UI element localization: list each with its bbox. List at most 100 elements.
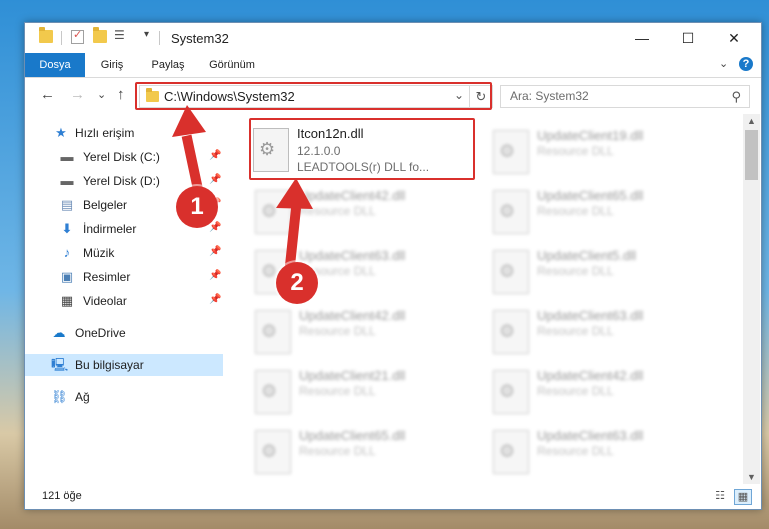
customize-toolbar-icon[interactable]: ☰ — [114, 28, 128, 42]
file-highlight-box — [249, 118, 475, 180]
quick-access-dropdown-icon[interactable]: ▾ — [144, 29, 149, 40]
file-name: UpdateClient42.dll — [299, 188, 406, 203]
sidebar-item-quick-access[interactable]: ★ Hızlı erişim — [25, 122, 223, 144]
file-item[interactable]: UpdateClient42.dll Resource DLL — [253, 184, 473, 238]
navigation-bar: ← → ⌄ ↑ C:\Windows\System32 ⌄ ↻ Ara: Sys… — [25, 78, 761, 114]
file-name: UpdateClient65.dll — [537, 188, 644, 203]
sidebar-item-label: Müzik — [83, 246, 115, 260]
divider — [159, 31, 160, 45]
pin-icon[interactable]: 📌 — [209, 294, 221, 305]
forward-button[interactable]: → — [70, 86, 85, 103]
sidebar-item-this-pc[interactable]: 🖳 Bu bilgisayar — [25, 354, 223, 376]
dll-file-icon — [493, 310, 529, 354]
star-icon: ★ — [55, 125, 67, 140]
navigation-pane: ★ Hızlı erişim ▬ Yerel Disk (C:) 📌 ▬ Yer… — [25, 114, 225, 484]
tab-gorunum[interactable]: Görünüm — [201, 53, 263, 77]
back-button[interactable]: ← — [40, 86, 55, 103]
step-marker-1: 1 — [176, 186, 218, 228]
recent-locations-button[interactable]: ⌄ — [97, 88, 106, 101]
video-icon: ▦ — [60, 293, 74, 308]
details-view-icon[interactable]: ☷ — [712, 489, 728, 503]
item-count: 121 öğe — [42, 490, 82, 502]
sidebar-item-label: OneDrive — [75, 326, 126, 340]
close-button[interactable]: ✕ — [711, 23, 757, 53]
cloud-icon: ☁ — [52, 325, 66, 340]
file-item[interactable]: UpdateClient42.dll Resource DLL — [491, 364, 711, 418]
scroll-down-icon[interactable]: ▼ — [743, 470, 760, 484]
ribbon-tabs: Dosya Giriş Paylaş Görünüm ⌄ ? — [25, 53, 761, 78]
properties-icon[interactable] — [71, 28, 84, 44]
file-item[interactable]: UpdateClient65.dll Resource DLL — [253, 424, 473, 478]
file-name: UpdateClient65.dll — [299, 428, 406, 443]
file-type: Resource DLL — [299, 324, 376, 338]
network-icon: ⛓ — [51, 389, 68, 404]
sidebar-item-local-disk-c[interactable]: ▬ Yerel Disk (C:) 📌 — [25, 146, 223, 168]
search-icon[interactable]: ⚲ — [731, 89, 741, 105]
file-type: Resource DLL — [537, 144, 614, 158]
file-item[interactable]: UpdateClient21.dll Resource DLL — [253, 364, 473, 418]
status-bar: 121 öğe ☷ ▦ — [25, 484, 761, 509]
tab-dosya[interactable]: Dosya — [25, 53, 85, 77]
scroll-up-icon[interactable]: ▲ — [743, 114, 760, 128]
maximize-button[interactable]: ☐ — [665, 23, 711, 53]
sidebar-item-network[interactable]: ⛓ Ağ — [25, 386, 223, 408]
file-item[interactable]: UpdateClient19.dll Resource DLL — [491, 124, 711, 178]
new-folder-icon[interactable] — [93, 27, 107, 43]
sidebar-item-label: Resimler — [83, 270, 131, 284]
tab-giris[interactable]: Giriş — [87, 53, 137, 77]
sidebar-item-videos[interactable]: ▦ Videolar 📌 — [25, 290, 223, 312]
search-input[interactable]: Ara: System32 — [510, 89, 589, 103]
file-name: UpdateClient5.dll — [537, 248, 637, 263]
pin-icon[interactable]: 📌 — [209, 222, 221, 233]
sidebar-item-pictures[interactable]: ▣ Resimler 📌 — [25, 266, 223, 288]
music-icon: ♪ — [63, 245, 71, 260]
sidebar-item-label: İndirmeler — [83, 222, 137, 236]
sidebar-item-label: Yerel Disk (D:) — [83, 174, 160, 188]
file-type: Resource DLL — [537, 324, 614, 338]
file-explorer-window: ☰ ▾ System32 — ☐ ✕ Dosya Giriş Paylaş Gö… — [24, 22, 762, 510]
file-type: Resource DLL — [299, 444, 376, 458]
dll-file-icon — [255, 430, 291, 474]
dll-file-icon — [493, 130, 529, 174]
sidebar-item-onedrive[interactable]: ☁ OneDrive — [25, 322, 223, 344]
file-type: Resource DLL — [537, 204, 614, 218]
file-name: UpdateClient21.dll — [299, 368, 406, 383]
vertical-scrollbar[interactable]: ▲ ▼ — [743, 114, 760, 484]
sidebar-item-label: Belgeler — [83, 198, 128, 212]
pin-icon[interactable]: 📌 — [209, 246, 221, 257]
search-box[interactable]: Ara: System32 ⚲ — [500, 85, 750, 108]
file-item[interactable]: UpdateClient5.dll Resource DLL — [491, 244, 711, 298]
tab-paylas[interactable]: Paylaş — [139, 53, 197, 77]
dll-file-icon — [255, 370, 291, 414]
title-bar: ☰ ▾ System32 — ☐ ✕ — [25, 23, 761, 53]
pictures-icon: ▣ — [60, 269, 74, 284]
pin-icon[interactable]: 📌 — [209, 174, 221, 185]
window-title: System32 — [171, 31, 229, 46]
scroll-thumb[interactable] — [745, 130, 758, 180]
documents-icon: ▤ — [60, 197, 74, 212]
dll-file-icon — [255, 310, 291, 354]
file-name: UpdateClient63.dll — [537, 308, 644, 323]
sidebar-item-label: Ağ — [75, 390, 90, 404]
file-item[interactable]: UpdateClient63.dll Resource DLL — [491, 424, 711, 478]
file-item[interactable]: UpdateClient42.dll Resource DLL — [253, 304, 473, 358]
minimize-button[interactable]: — — [619, 23, 665, 53]
file-type: Resource DLL — [537, 444, 614, 458]
drive-icon: ▬ — [60, 149, 74, 164]
sidebar-item-music[interactable]: ♪ Müzik 📌 — [25, 242, 223, 264]
file-name: UpdateClient42.dll — [299, 308, 406, 323]
drive-icon: ▬ — [60, 173, 74, 188]
file-item[interactable]: UpdateClient63.dll Resource DLL — [491, 304, 711, 358]
download-icon: ⬇ — [61, 221, 73, 236]
pin-icon[interactable]: 📌 — [209, 150, 221, 161]
address-highlight-box — [135, 82, 492, 110]
dll-file-icon — [493, 190, 529, 234]
up-button[interactable]: ↑ — [117, 86, 125, 103]
file-name: UpdateClient42.dll — [537, 368, 644, 383]
pin-icon[interactable]: 📌 — [209, 270, 221, 281]
file-name: UpdateClient63.dll — [537, 428, 644, 443]
help-icon[interactable]: ? — [739, 57, 753, 71]
large-icons-view-icon[interactable]: ▦ — [734, 489, 752, 505]
file-item[interactable]: UpdateClient65.dll Resource DLL — [491, 184, 711, 238]
expand-ribbon-icon[interactable]: ⌄ — [719, 57, 728, 70]
